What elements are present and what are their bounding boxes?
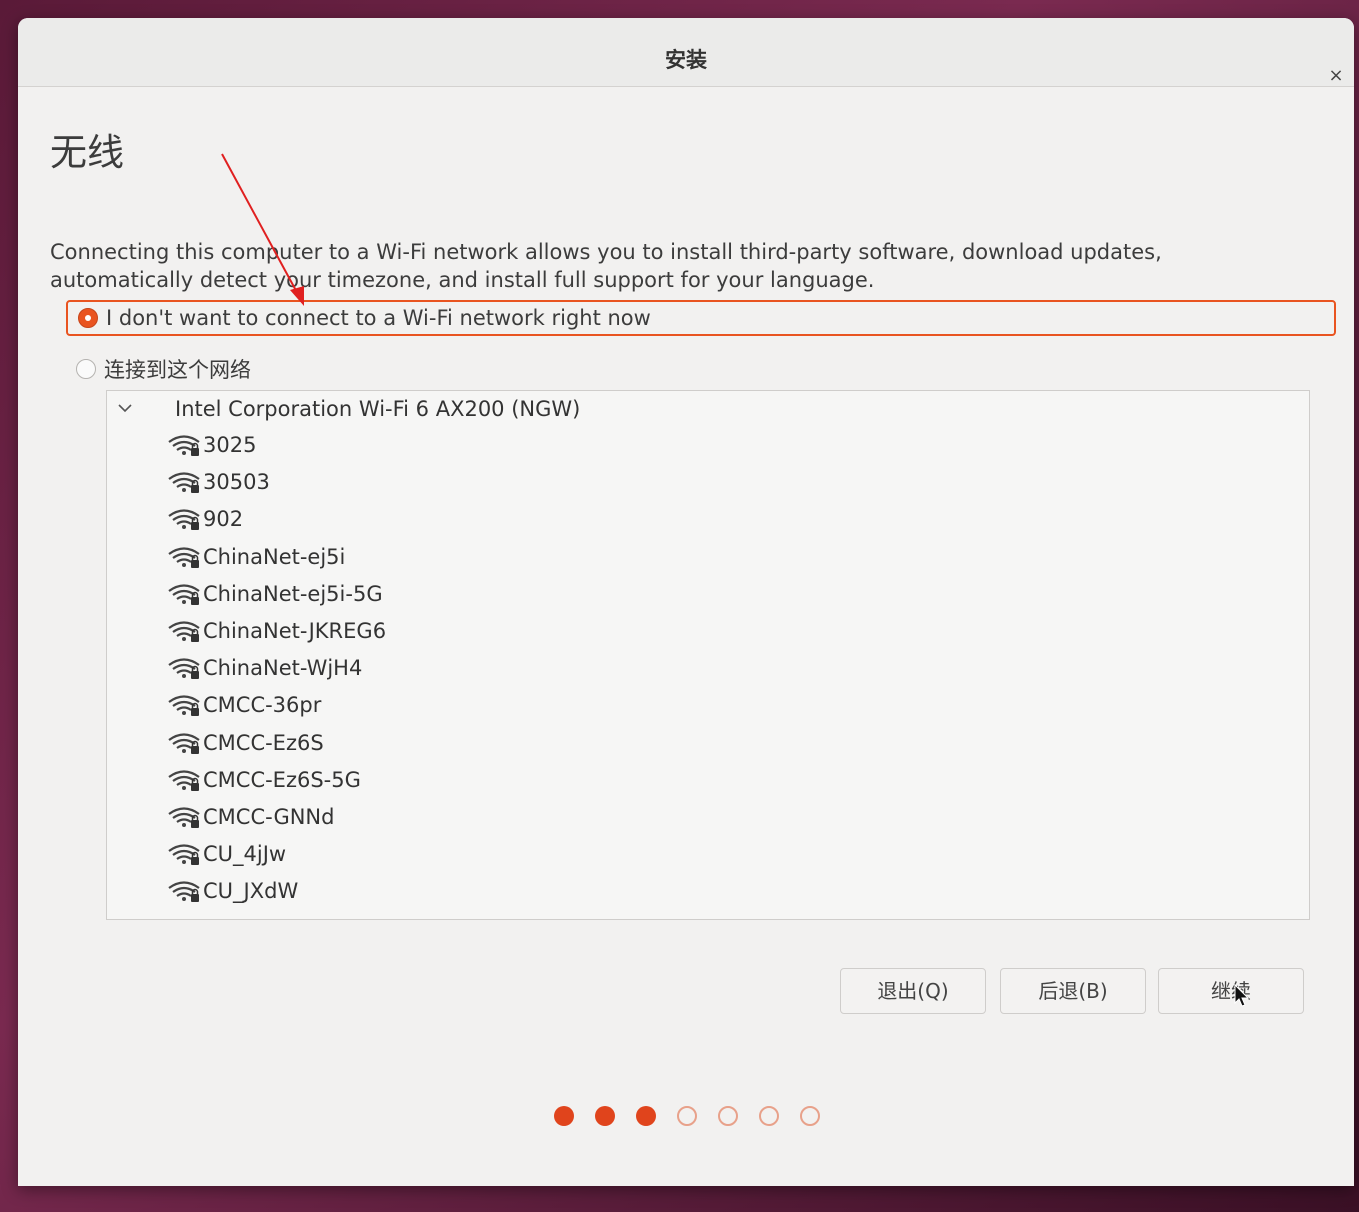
back-button[interactable]: 后退(B): [1000, 968, 1146, 1014]
option-connect-network[interactable]: 连接到这个网络: [66, 352, 251, 386]
wifi-secure-icon: [167, 656, 201, 680]
network-name: ChinaNet-JKREG6: [203, 619, 387, 643]
network-name: CMCC-36pr: [203, 693, 322, 718]
mouse-cursor-icon: [1234, 984, 1250, 1007]
wifi-secure-icon: [167, 433, 201, 457]
window-title: 安装: [665, 48, 707, 72]
network-list[interactable]: Intel Corporation Wi-Fi 6 AX200 (NGW) 30…: [106, 390, 1310, 920]
option-no-wifi-label: I don't want to connect to a Wi-Fi netwo…: [106, 306, 651, 330]
progress-dot-complete: [636, 1106, 656, 1126]
radio-checked-icon[interactable]: [78, 308, 98, 328]
network-name: 30503: [203, 470, 270, 495]
network-item[interactable]: 902: [167, 501, 243, 537]
device-row[interactable]: Intel Corporation Wi-Fi 6 AX200 (NGW): [107, 391, 1309, 427]
progress-dot-complete: [554, 1106, 574, 1126]
device-label: Intel Corporation Wi-Fi 6 AX200 (NGW): [175, 397, 581, 421]
network-name: CU_4jJw: [203, 842, 287, 867]
wifi-secure-icon: [167, 470, 201, 494]
network-name: CU_JXdW: [203, 879, 299, 904]
network-name: CMCC-Ez6S-5G: [203, 767, 361, 792]
progress-dot-pending: [800, 1106, 820, 1126]
network-item[interactable]: ChinaNet-ej5i: [167, 539, 345, 575]
network-item[interactable]: 3025: [167, 427, 256, 463]
network-item[interactable]: ChinaNet-ej5i-5G: [167, 576, 383, 612]
radio-unchecked-icon[interactable]: [76, 359, 96, 379]
network-item[interactable]: ChinaNet-WjH4: [167, 650, 362, 686]
wifi-secure-icon: [167, 582, 201, 606]
network-item[interactable]: ChinaNet-JKREG6: [167, 613, 386, 649]
network-name: ChinaNet-ej5i-5G: [203, 581, 383, 606]
chevron-down-icon[interactable]: [117, 401, 133, 417]
wifi-secure-icon: [167, 768, 201, 792]
close-button[interactable]: ×: [1324, 64, 1348, 88]
wifi-secure-icon: [167, 693, 201, 717]
page-description: Connecting this computer to a Wi-Fi netw…: [50, 240, 1162, 292]
network-item[interactable]: CU_4jJw: [167, 836, 286, 872]
wifi-secure-icon: [167, 842, 201, 866]
progress-dot-pending: [759, 1106, 779, 1126]
network-item[interactable]: CMCC-GNNd: [167, 799, 334, 835]
page-title: 无线: [50, 131, 124, 174]
title-bar: 安装 ×: [18, 18, 1354, 87]
network-name: CMCC-GNNd: [203, 805, 335, 829]
wifi-secure-icon: [167, 805, 201, 829]
continue-button[interactable]: 继续: [1158, 968, 1304, 1014]
wifi-secure-icon: [167, 619, 201, 643]
network-name: CMCC-Ez6S: [203, 730, 324, 755]
installer-window: 安装 × 无线 Connecting this computer to a Wi…: [18, 18, 1354, 1186]
option-connect-label: 连接到这个网络: [104, 358, 251, 382]
progress-dots: [554, 1106, 841, 1126]
network-item[interactable]: CMCC-Ez6S: [167, 725, 324, 761]
option-no-wifi[interactable]: I don't want to connect to a Wi-Fi netwo…: [66, 300, 1336, 336]
network-name: 902: [203, 507, 244, 532]
network-item[interactable]: CMCC-36pr: [167, 687, 321, 723]
network-name: 3025: [203, 433, 257, 457]
wifi-secure-icon: [167, 545, 201, 569]
wifi-secure-icon: [167, 731, 201, 755]
progress-dot-pending: [718, 1106, 738, 1126]
network-name: ChinaNet-ej5i: [203, 544, 346, 569]
wifi-secure-icon: [167, 879, 201, 903]
progress-dot-complete: [595, 1106, 615, 1126]
progress-dot-pending: [677, 1106, 697, 1126]
network-item[interactable]: CU_JXdW: [167, 873, 298, 909]
network-item[interactable]: CMCC-Ez6S-5G: [167, 762, 361, 798]
network-name: ChinaNet-WjH4: [203, 656, 363, 681]
wifi-secure-icon: [167, 507, 201, 531]
quit-button[interactable]: 退出(Q): [840, 968, 986, 1014]
network-item[interactable]: 30503: [167, 464, 270, 500]
